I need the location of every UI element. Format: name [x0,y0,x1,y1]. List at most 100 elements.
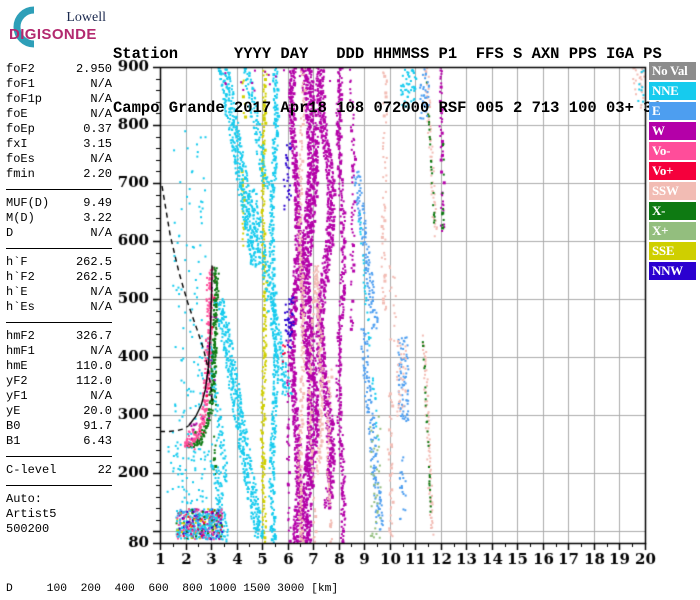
parameter-row-foep: foEp 0.37 [6,122,112,137]
panel-divider [6,182,112,196]
panel-divider [6,478,112,492]
parameter-panel: foF22.950foF1N/AfoF1pN/AfoEN/AfoEp0.37fx… [6,62,112,537]
parameter-value: N/A [90,107,112,122]
parameter-row-fxi: fxI 3.15 [6,137,112,152]
parameter-label: foE [6,107,28,122]
parameter-row-b0: B0 91.7 [6,419,112,434]
panel-divider [6,241,112,255]
parameter-row-clevel: C-level 22 [6,463,112,478]
parameter-value: N/A [90,92,112,107]
parameter-value: N/A [90,344,112,359]
parameter-row-foes: foEs N/A [6,152,112,167]
parameter-label: 500200 [6,522,49,537]
parameter-value: N/A [90,285,112,300]
parameter-row-foe: foE N/A [6,107,112,122]
legend-item-ssw: SSW [649,182,696,200]
parameter-row-d: D N/A [6,226,112,241]
bottom-info: D 100 200 400 600 800 1000 1500 3000 [km… [6,551,684,600]
digisonde-logo: Lowell DIGISONDE [4,6,116,48]
parameter-value: 3.15 [83,137,112,152]
parameter-row-hf2: h`F2 262.5 [6,270,112,285]
parameter-label: yF2 [6,374,28,389]
parameter-row-fmin: fmin 2.20 [6,167,112,182]
parameter-label: hmE [6,359,28,374]
panel-divider [6,449,112,463]
parameter-value: 326.7 [76,329,112,344]
parameter-value: 91.7 [83,419,112,434]
parameter-row-yf2: yF2 112.0 [6,374,112,389]
parameter-row-ye: yE 20.0 [6,404,112,419]
legend-item-noval: No Val [649,62,696,80]
parameter-row-md: M(D) 3.22 [6,211,112,226]
parameter-row-hf: h`F262.5 [6,255,112,270]
parameter-value: N/A [90,300,112,315]
parameter-row-500200: 500200 [6,522,112,537]
legend-item-nnw: NNW [649,262,696,280]
parameter-label: foF1p [6,92,42,107]
parameter-value: 112.0 [76,374,112,389]
parameter-label: B1 [6,434,20,449]
parameter-label: C-level [6,463,56,478]
parameter-value: 20.0 [83,404,112,419]
parameter-value: N/A [90,152,112,167]
parameter-row-hmf2: hmF2 326.7 [6,329,112,344]
parameter-row-auto: Auto: [6,492,112,507]
logo-text-lowell: Lowell [4,10,106,26]
parameter-row-hme: hmE 110.0 [6,359,112,374]
parameter-label: foF2 [6,62,35,77]
parameter-value: N/A [90,77,112,92]
legend-item-sse: SSE [649,242,696,260]
echo-direction-legend: No Val NNE EW Vo- Vo+ SSW X- X+ SSE NNW [649,62,697,282]
header-values: Campo Grande 2017 Apr18 108 072000 RSF 0… [113,99,662,117]
parameter-value: 110.0 [76,359,112,374]
legend-item-e: E [649,102,696,120]
parameter-label: fxI [6,137,28,152]
parameter-label: Auto: [6,492,42,507]
logo-text-digisonde: DIGISONDE [9,26,97,43]
parameter-value: 262.5 [76,270,112,285]
parameter-label: hmF1 [6,344,35,359]
parameter-label: D [6,226,13,241]
parameter-row-fof2: foF2 2.950 [6,62,112,77]
parameter-row-fof1: foF1 N/A [6,77,112,92]
parameter-label: yE [6,404,20,419]
parameter-row-yf1: yF1N/A [6,389,112,404]
parameter-value: 9.49 [83,196,112,211]
parameter-label: foEp [6,122,35,137]
parameter-label: MUF(D) [6,196,49,211]
parameter-label: Artist5 [6,507,56,522]
parameter-label: h`F2 [6,270,35,285]
parameter-row-fof1p: foF1p N/A [6,92,112,107]
parameter-label: M(D) [6,211,35,226]
parameter-label: foF1 [6,77,35,92]
ionogram-screen: Lowell DIGISONDE Station YYYY DAY DDD HH… [0,0,700,600]
parameter-label: B0 [6,419,20,434]
parameter-row-b1: B16.43 [6,434,112,449]
parameter-value: N/A [90,389,112,404]
parameter-value: 0.37 [83,122,112,137]
parameter-value: N/A [90,226,112,241]
parameter-row-mufd: MUF(D) 9.49 [6,196,112,211]
legend-item-w: W [649,122,696,140]
legend-item-x+: X+ [649,222,696,240]
parameter-label: foEs [6,152,35,167]
legend-item-nne: NNE [649,82,696,100]
parameter-value: 3.22 [83,211,112,226]
parameter-label: h`Es [6,300,35,315]
panel-divider [6,315,112,329]
parameter-row-artist5: Artist5 [6,507,112,522]
station-header: Station YYYY DAY DDD HHMMSS P1 FFS S AXN… [113,9,662,153]
header-column-labels: Station YYYY DAY DDD HHMMSS P1 FFS S AXN… [113,45,662,63]
parameter-value: 2.20 [83,167,112,182]
legend-item-x-: X- [649,202,696,220]
legend-item-vo+: Vo+ [649,162,696,180]
parameter-row-hes: h`Es N/A [6,300,112,315]
distance-row: D 100 200 400 600 800 1000 1500 3000 [km… [6,582,684,598]
parameter-label: hmF2 [6,329,35,344]
parameter-row-hmf1: hmF1 N/A [6,344,112,359]
parameter-label: fmin [6,167,35,182]
parameter-value: 2.950 [76,62,112,77]
parameter-value: 22 [98,463,112,478]
parameter-label: h`F [6,255,28,270]
legend-item-vo-: Vo- [649,142,696,160]
